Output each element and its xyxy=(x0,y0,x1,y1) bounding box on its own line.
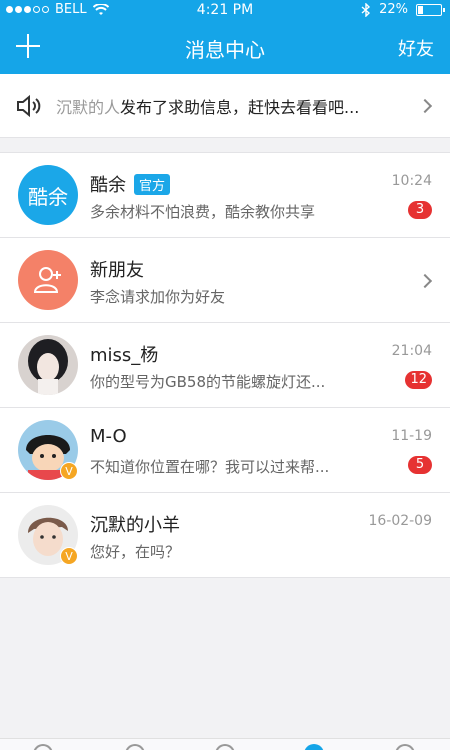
list-item[interactable]: V M-O 不知道你位置在哪？我可以过来帮... 11-19 5 xyxy=(0,408,450,493)
tab-discover-icon[interactable] xyxy=(125,744,145,750)
chevron-right-icon xyxy=(417,273,433,289)
item-subtitle: 李念请求加你为好友 xyxy=(90,288,226,306)
avatar: 酷余 xyxy=(18,165,78,225)
status-bar: BELL 4:21 PM 22% xyxy=(0,0,450,20)
item-subtitle: 您好，在吗？ xyxy=(90,543,181,561)
notice-text: 沉默的人发布了求助信息，赶快去看看吧... xyxy=(56,94,359,118)
bluetooth-icon xyxy=(361,2,371,17)
item-title: miss_杨 xyxy=(90,345,159,366)
item-title: M-O xyxy=(90,426,127,447)
item-subtitle: 你的型号为GB58的节能螺旋灯还... xyxy=(90,373,326,391)
avatar xyxy=(18,335,78,395)
notice-message: 发布了求助信息，赶快去看看吧... xyxy=(120,98,360,117)
item-time: 16-02-09 xyxy=(368,513,432,529)
battery-percent: 22% xyxy=(379,2,408,17)
header-bar: BELL 4:21 PM 22% 消息中心 好友 xyxy=(0,0,450,74)
item-title: 新朋友 xyxy=(90,260,144,281)
friends-button[interactable]: 好友 xyxy=(398,35,434,61)
tab-bar xyxy=(0,738,450,750)
list-item[interactable]: 新朋友 李念请求加你为好友 xyxy=(0,238,450,323)
vip-badge: V xyxy=(60,462,78,480)
item-time: 21:04 xyxy=(391,343,432,359)
list-item[interactable]: miss_杨 你的型号为GB58的节能螺旋灯还... 21:04 12 xyxy=(0,323,450,408)
chevron-right-icon xyxy=(417,98,433,114)
item-time: 10:24 xyxy=(391,173,432,189)
vip-badge: V xyxy=(60,547,78,565)
list-item[interactable]: V 沉默的小羊 您好，在吗？ 16-02-09 xyxy=(0,493,450,578)
notice-banner[interactable]: 沉默的人发布了求助信息，赶快去看看吧... xyxy=(0,74,450,138)
new-friend-icon xyxy=(18,250,78,310)
battery-icon xyxy=(416,3,445,16)
item-title: 沉默的小羊 xyxy=(90,515,180,536)
tab-messages-icon[interactable] xyxy=(304,744,324,750)
notice-user: 沉默的人 xyxy=(56,98,121,117)
speaker-icon xyxy=(17,94,41,118)
unread-count-badge: 3 xyxy=(408,201,432,219)
battery-fill xyxy=(418,5,424,14)
official-badge: 官方 xyxy=(134,173,171,195)
unread-count-badge: 5 xyxy=(408,456,432,474)
unread-count-badge: 12 xyxy=(405,371,432,389)
tab-profile-icon[interactable] xyxy=(395,744,415,750)
page-title: 消息中心 xyxy=(185,38,265,62)
list-item[interactable]: 酷余 酷余 官方 多余材料不怕浪费，酷余教你共享 10:24 3 xyxy=(0,153,450,238)
item-subtitle: 不知道你位置在哪？我可以过来帮... xyxy=(90,458,330,476)
item-title: 酷余 xyxy=(90,175,126,196)
item-subtitle: 多余材料不怕浪费，酷余教你共享 xyxy=(90,203,316,221)
tab-publish-icon[interactable] xyxy=(215,744,235,750)
item-time: 11-19 xyxy=(391,428,432,444)
tab-home-icon[interactable] xyxy=(33,744,53,750)
message-list: 酷余 酷余 官方 多余材料不怕浪费，酷余教你共享 10:24 3 新朋友 李念请… xyxy=(0,152,450,578)
